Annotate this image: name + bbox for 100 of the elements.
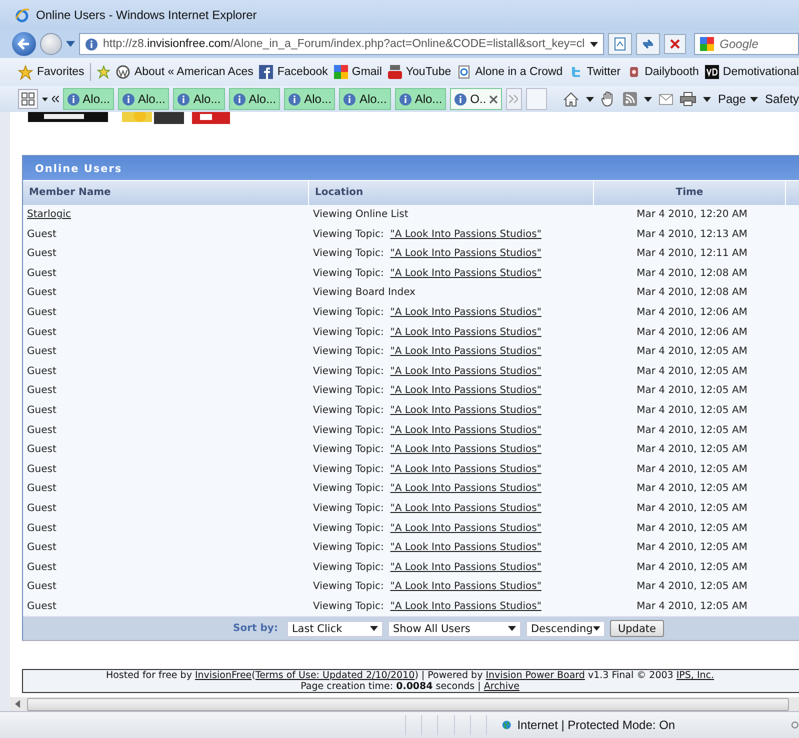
scroll-left-icon[interactable]	[52, 95, 59, 103]
dropdown-arrow-icon[interactable]	[586, 96, 594, 102]
column-header: Time	[594, 180, 786, 205]
member-name: Guest	[27, 562, 56, 573]
topic-link[interactable]: "A Look Into Passions Studios"	[390, 522, 542, 534]
browser-tab[interactable]: Alo...	[339, 88, 391, 110]
dropdown-arrow-icon[interactable]	[42, 96, 48, 102]
location-text: Viewing Topic:	[313, 326, 384, 338]
location-text: Viewing Topic:	[313, 562, 384, 573]
feed-icon[interactable]	[622, 92, 637, 106]
location-text: Viewing Topic:	[313, 424, 384, 436]
bookmark-link[interactable]: Alone in a Crowd	[457, 65, 563, 79]
browser-tab[interactable]: Alo...	[118, 88, 170, 110]
member-name: Guest	[27, 581, 56, 592]
footer-link[interactable]: Archive	[484, 681, 520, 692]
time-text: Mar 4 2010, 12:05 AM	[636, 404, 748, 416]
member-name: Guest	[27, 502, 56, 514]
favorites-button[interactable]: Favorites	[18, 64, 84, 80]
topic-link[interactable]: "A Look Into Passions Studios"	[390, 542, 542, 554]
double-chevron-icon	[509, 95, 518, 103]
stop-icon[interactable]	[664, 34, 686, 54]
location-text: Viewing Topic:	[313, 600, 384, 612]
time-text: Mar 4 2010, 12:05 AM	[636, 502, 748, 514]
back-arrow-icon	[17, 37, 31, 51]
page-menu[interactable]: Page	[718, 92, 758, 106]
time-text: Mar 4 2010, 12:05 AM	[636, 562, 748, 573]
topic-link[interactable]: "A Look Into Passions Studios"	[390, 366, 542, 377]
footer-link[interactable]: Invision Power Board	[486, 670, 585, 682]
bookmark-link[interactable]: Demotivational	[704, 65, 799, 79]
topic-link[interactable]: "A Look Into Passions Studios"	[390, 385, 542, 396]
globe-icon	[502, 718, 512, 732]
topic-link[interactable]: "A Look Into Passions Studios"	[390, 228, 542, 240]
quick-tabs-button[interactable]	[18, 89, 38, 109]
w-logo-icon	[116, 65, 130, 79]
topic-link[interactable]: "A Look Into Passions Studios"	[390, 444, 542, 456]
mail-icon[interactable]	[658, 94, 673, 104]
topic-link[interactable]: "A Look Into Passions Studios"	[390, 248, 542, 260]
zoom-icon[interactable]	[791, 719, 799, 731]
location-text: Viewing Topic:	[313, 306, 384, 318]
compatibility-icon[interactable]	[608, 33, 632, 55]
bookmark-link[interactable]: Facebook	[259, 65, 328, 79]
footer-link[interactable]: Terms of Use: Updated 2/10/2010	[255, 670, 415, 682]
topic-link[interactable]: "A Look Into Passions Studios"	[390, 346, 542, 358]
topic-link[interactable]: "A Look Into Passions Studios"	[390, 600, 542, 612]
topic-link[interactable]: "A Look Into Passions Studios"	[390, 502, 542, 514]
close-icon[interactable]	[489, 94, 498, 104]
f-logo-icon	[259, 65, 274, 79]
location-text: Viewing Topic:	[313, 522, 384, 534]
bookmark-link[interactable]: Dailybooth	[626, 65, 699, 79]
sort-dropdown[interactable]: Last Click	[286, 620, 383, 637]
location-text: Viewing Board Index	[313, 287, 416, 298]
safety-menu[interactable]: Safety	[764, 92, 799, 106]
sort-dropdown[interactable]: Descending	[526, 620, 605, 637]
table-title: Online Users	[23, 156, 799, 180]
location-text: Viewing Topic:	[313, 248, 384, 260]
sort-label: Sort by:	[233, 623, 278, 634]
dropdown-arrow-icon[interactable]	[702, 96, 711, 102]
search-field[interactable]: Google	[694, 33, 799, 55]
topic-link[interactable]: "A Look Into Passions Studios"	[390, 581, 542, 592]
footer-link[interactable]: IPS, Inc.	[676, 670, 714, 682]
update-button[interactable]: Update	[610, 620, 664, 638]
footer-link[interactable]: InvisionFree	[194, 670, 252, 682]
location-text: Viewing Topic:	[313, 542, 384, 554]
topic-link[interactable]: "A Look Into Passions Studios"	[390, 268, 542, 279]
bookmark-link[interactable]: About « American Aces	[116, 65, 254, 79]
member-name: Guest	[27, 600, 56, 612]
time-text: Mar 4 2010, 12:05 AM	[636, 366, 748, 377]
home-icon[interactable]	[562, 92, 579, 106]
browser-tab[interactable]: Alo...	[284, 88, 336, 110]
topic-link[interactable]: "A Look Into Passions Studios"	[390, 464, 542, 475]
browser-tab[interactable]: Alo...	[394, 88, 446, 110]
time-text: Mar 4 2010, 12:20 AM	[636, 209, 748, 220]
refresh-icon[interactable]	[636, 33, 660, 55]
info-icon	[122, 92, 136, 106]
bookmark-link[interactable]: Twitter	[568, 65, 621, 79]
topic-link[interactable]: "A Look Into Passions Studios"	[390, 562, 542, 573]
browser-tab[interactable]: Alo...	[173, 88, 225, 110]
dropdown-arrow-icon[interactable]	[590, 42, 598, 46]
back-button[interactable]	[12, 32, 36, 56]
address-field[interactable]: http://z8.invisionfree.com/Alone_in_a_Forum/index.php?act=Online&CODE=listall&sort_key=cl	[79, 33, 604, 55]
topic-link[interactable]: "A Look Into Passions Studios"	[390, 483, 542, 494]
member-name: Guest	[27, 268, 56, 279]
add-favorite-icon[interactable]	[97, 64, 110, 80]
print-icon[interactable]	[680, 92, 696, 106]
time-text: Mar 4 2010, 12:05 AM	[636, 542, 748, 554]
topic-link[interactable]: "A Look Into Passions Studios"	[390, 326, 542, 338]
topic-link[interactable]: "A Look Into Passions Studios"	[390, 404, 542, 416]
location-text: Viewing Topic:	[313, 581, 384, 592]
browser-tab[interactable]: Alo...	[62, 88, 114, 110]
member-name: Guest	[27, 404, 56, 416]
bookmark-link[interactable]: YouTube	[388, 65, 452, 79]
bookmark-link[interactable]: Gmail	[334, 65, 382, 79]
topic-link[interactable]: "A Look Into Passions Studios"	[390, 424, 542, 436]
member-link[interactable]: Starlogic	[27, 209, 72, 220]
browser-tab[interactable]: O..	[450, 88, 502, 110]
browser-tab[interactable]: Alo...	[228, 88, 280, 110]
sort-dropdown[interactable]: Show All Users	[388, 620, 521, 637]
topic-link[interactable]: "A Look Into Passions Studios"	[390, 306, 542, 318]
dropdown-arrow-icon[interactable]	[644, 96, 652, 102]
time-text: Mar 4 2010, 12:11 AM	[636, 248, 748, 260]
